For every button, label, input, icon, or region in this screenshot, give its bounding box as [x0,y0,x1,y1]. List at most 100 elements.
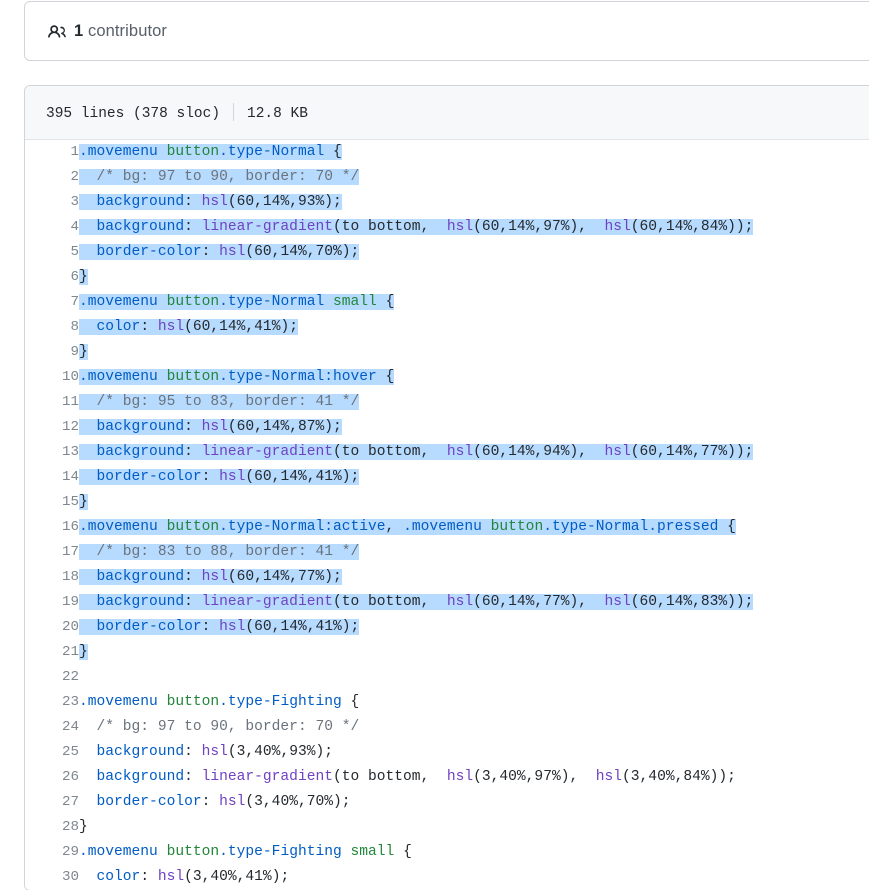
line-number[interactable]: 27 [25,790,79,815]
line-content[interactable]: background: linear-gradient(to bottom, h… [79,215,869,240]
line-number[interactable]: 26 [25,765,79,790]
code-line: 15} [25,490,869,515]
file-lines-info: 395 lines (378 sloc) [46,106,221,122]
line-number[interactable]: 15 [25,490,79,515]
line-content[interactable]: border-color: hsl(60,14%,41%); [79,615,869,640]
line-number[interactable]: 2 [25,165,79,190]
line-content[interactable]: background: hsl(3,40%,93%); [79,740,869,765]
line-content[interactable]: } [79,340,869,365]
line-number[interactable]: 24 [25,715,79,740]
line-content[interactable]: border-color: hsl(60,14%,41%); [79,465,869,490]
contributors-word: contributor [83,21,168,40]
line-number[interactable]: 16 [25,515,79,540]
line-content[interactable]: /* bg: 97 to 90, border: 70 */ [79,165,869,190]
line-number[interactable]: 19 [25,590,79,615]
line-content[interactable]: color: hsl(3,40%,41%); [79,865,869,890]
code-line: 28} [25,815,869,840]
contributors-label: 1 contributor [74,22,167,41]
line-number[interactable]: 25 [25,740,79,765]
code-line: 8 color: hsl(60,14%,41%); [25,315,869,340]
line-content[interactable]: } [79,265,869,290]
line-number[interactable]: 3 [25,190,79,215]
line-content[interactable]: .movemenu button.type-Normal small { [79,290,869,315]
line-content[interactable]: .movemenu button.type-Normal { [79,140,869,165]
line-number[interactable]: 11 [25,390,79,415]
line-content[interactable]: color: hsl(60,14%,41%); [79,315,869,340]
code-line: 21} [25,640,869,665]
line-number[interactable]: 5 [25,240,79,265]
line-number[interactable]: 1 [25,140,79,165]
code-line: 18 background: hsl(60,14%,77%); [25,565,869,590]
line-number[interactable]: 8 [25,315,79,340]
code-line: 20 border-color: hsl(60,14%,41%); [25,615,869,640]
line-content[interactable]: background: hsl(60,14%,93%); [79,190,869,215]
selected-text: /* bg: 83 to 88, border: 41 */ [79,544,360,560]
line-number[interactable]: 13 [25,440,79,465]
code-line: 22 [25,665,869,690]
line-number[interactable]: 4 [25,215,79,240]
line-content[interactable] [79,665,869,690]
line-content[interactable]: background: linear-gradient(to bottom, h… [79,765,869,790]
line-number[interactable]: 29 [25,840,79,865]
line-number[interactable]: 10 [25,365,79,390]
line-number[interactable]: 23 [25,690,79,715]
code-line: 16 .movemenu button.type-Normal:active, .… [25,515,869,540]
file-view-page: 1 contributor 395 lines (378 sloc) 12.8 K… [0,0,869,890]
line-content[interactable]: } [79,815,869,840]
line-number[interactable]: 20 [25,615,79,640]
selected-text: border-color: hsl(60,14%,41%); [79,469,360,485]
line-content[interactable]: background: linear-gradient(to bottom, h… [79,590,869,615]
code-line: 13 background: linear-gradient(to bottom… [25,440,869,465]
code-blob[interactable]: 1 .movemenu button.type-Normal {2 /* bg: … [25,140,869,890]
line-content[interactable]: background: linear-gradient(to bottom, h… [79,440,869,465]
line-content[interactable]: .movemenu button.type-Fighting small { [79,840,869,865]
line-number[interactable]: 12 [25,415,79,440]
code-table: 1 .movemenu button.type-Normal {2 /* bg: … [25,140,869,890]
file-box: 395 lines (378 sloc) 12.8 KB 1 .movemenu b… [24,85,869,890]
code-line: 10 .movemenu button.type-Normal:hover { [25,365,869,390]
line-content[interactable]: background: hsl(60,14%,77%); [79,565,869,590]
line-content[interactable]: border-color: hsl(3,40%,70%); [79,790,869,815]
line-number[interactable]: 21 [25,640,79,665]
code-line: 17 /* bg: 83 to 88, border: 41 */ [25,540,869,565]
line-number[interactable]: 14 [25,465,79,490]
selected-text: } [79,644,88,660]
line-content[interactable]: background: hsl(60,14%,87%); [79,415,869,440]
line-content[interactable]: } [79,490,869,515]
code-line: 6} [25,265,869,290]
line-content[interactable]: } [79,640,869,665]
meta-divider [233,103,235,121]
code-line: 27 border-color: hsl(3,40%,70%); [25,790,869,815]
code-line: 19 background: linear-gradient(to bottom… [25,590,869,615]
selected-text: .movemenu button.type-Normal:active, .mo… [79,519,736,535]
code-table-body: 1 .movemenu button.type-Normal {2 /* bg: … [25,140,869,890]
line-number[interactable]: 7 [25,290,79,315]
line-number[interactable]: 17 [25,540,79,565]
line-content[interactable]: /* bg: 97 to 90, border: 70 */ [79,715,869,740]
line-content[interactable]: .movemenu button.type-Normal:hover { [79,365,869,390]
people-icon [48,23,66,41]
selected-text: .movemenu button.type-Normal:hover { [79,369,395,385]
line-content[interactable]: /* bg: 83 to 88, border: 41 */ [79,540,869,565]
line-content[interactable]: .movemenu button.type-Fighting { [79,690,869,715]
code-line: 30 color: hsl(3,40%,41%); [25,865,869,890]
line-number[interactable]: 9 [25,340,79,365]
line-content[interactable]: /* bg: 95 to 83, border: 41 */ [79,390,869,415]
code-line: 7 .movemenu button.type-Normal small { [25,290,869,315]
line-number[interactable]: 22 [25,665,79,690]
code-line: 3 background: hsl(60,14%,93%); [25,190,869,215]
contributors-row[interactable]: 1 contributor [25,2,869,60]
line-content[interactable]: .movemenu button.type-Normal:active, .mo… [79,515,869,540]
code-line: 1 .movemenu button.type-Normal { [25,140,869,165]
line-number[interactable]: 6 [25,265,79,290]
file-meta: 395 lines (378 sloc) 12.8 KB [46,103,308,122]
file-header: 395 lines (378 sloc) 12.8 KB [25,86,869,140]
selected-text: background: linear-gradient(to bottom, h… [79,219,754,235]
code-line: 4 background: linear-gradient(to bottom,… [25,215,869,240]
line-number[interactable]: 30 [25,865,79,890]
code-line: 11 /* bg: 95 to 83, border: 41 */ [25,390,869,415]
line-number[interactable]: 28 [25,815,79,840]
code-line: 14 border-color: hsl(60,14%,41%); [25,465,869,490]
line-number[interactable]: 18 [25,565,79,590]
line-content[interactable]: border-color: hsl(60,14%,70%); [79,240,869,265]
